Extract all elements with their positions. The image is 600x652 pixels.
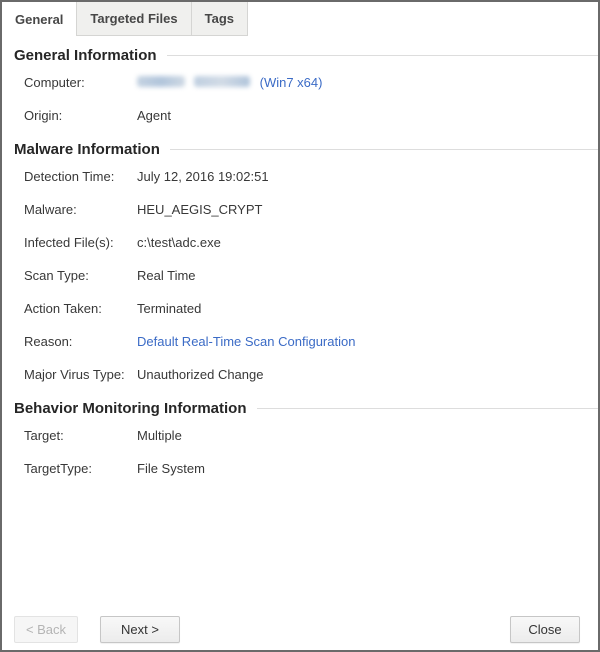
row-label: Target:: [24, 428, 137, 444]
tab-tags[interactable]: Tags: [192, 2, 248, 36]
row-target-type: TargetType: File System: [24, 461, 598, 477]
section-divider: [257, 408, 599, 409]
section-general-information: General Information Computer: (Win7 x64)…: [2, 47, 598, 124]
row-value: File System: [137, 461, 598, 477]
row-label: Scan Type:: [24, 268, 137, 284]
row-target: Target: Multiple: [24, 428, 598, 444]
tab-targeted-files[interactable]: Targeted Files: [77, 2, 191, 36]
section-header: Malware Information: [14, 141, 598, 158]
computer-name-redacted: [137, 75, 250, 91]
row-label: Reason:: [24, 334, 137, 350]
section-header: Behavior Monitoring Information: [14, 400, 598, 417]
dialog-footer: < Back Next > Close: [2, 608, 598, 650]
row-infected-files: Infected File(s): c:\test\adc.exe: [24, 235, 598, 251]
section-title: General Information: [14, 47, 157, 64]
row-value: July 12, 2016 19:02:51: [137, 169, 598, 185]
row-origin: Origin: Agent: [24, 108, 598, 124]
row-value: Default Real-Time Scan Configuration: [137, 334, 598, 350]
section-divider: [167, 55, 598, 56]
row-label: Malware:: [24, 202, 137, 218]
section-behavior-monitoring: Behavior Monitoring Information Target: …: [2, 400, 598, 477]
section-title: Malware Information: [14, 141, 160, 158]
section-header: General Information: [14, 47, 598, 64]
row-scan-type: Scan Type: Real Time: [24, 268, 598, 284]
row-value: Unauthorized Change: [137, 367, 598, 383]
malware-details-dialog: General Targeted Files Tags General Info…: [0, 0, 600, 652]
row-value: HEU_AEGIS_CRYPT: [137, 202, 598, 218]
tab-bar: General Targeted Files Tags: [2, 2, 598, 36]
row-value: Multiple: [137, 428, 598, 444]
next-button[interactable]: Next >: [100, 616, 180, 643]
row-label: Computer:: [24, 75, 137, 91]
row-label: Action Taken:: [24, 301, 137, 317]
row-label: Infected File(s):: [24, 235, 137, 251]
row-value: (Win7 x64): [137, 75, 598, 91]
row-action-taken: Action Taken: Terminated: [24, 301, 598, 317]
row-malware: Malware: HEU_AEGIS_CRYPT: [24, 202, 598, 218]
row-major-virus-type: Major Virus Type: Unauthorized Change: [24, 367, 598, 383]
row-reason: Reason: Default Real-Time Scan Configura…: [24, 334, 598, 350]
row-label: Detection Time:: [24, 169, 137, 185]
reason-link[interactable]: Default Real-Time Scan Configuration: [137, 334, 355, 349]
row-label: TargetType:: [24, 461, 137, 477]
row-value: Terminated: [137, 301, 598, 317]
row-computer: Computer: (Win7 x64): [24, 75, 598, 91]
section-divider: [170, 149, 598, 150]
section-malware-information: Malware Information Detection Time: July…: [2, 141, 598, 383]
row-value: Real Time: [137, 268, 598, 284]
close-button[interactable]: Close: [510, 616, 580, 643]
os-version-link[interactable]: (Win7 x64): [260, 75, 323, 90]
row-detection-time: Detection Time: July 12, 2016 19:02:51: [24, 169, 598, 185]
tab-general[interactable]: General: [2, 2, 77, 36]
back-button[interactable]: < Back: [14, 616, 78, 643]
dialog-content: General Information Computer: (Win7 x64)…: [2, 47, 598, 477]
tab-bar-spacer: [248, 2, 598, 36]
row-value: c:\test\adc.exe: [137, 235, 598, 251]
row-value: Agent: [137, 108, 598, 124]
row-label: Major Virus Type:: [24, 367, 137, 383]
section-title: Behavior Monitoring Information: [14, 400, 247, 417]
row-label: Origin:: [24, 108, 137, 124]
